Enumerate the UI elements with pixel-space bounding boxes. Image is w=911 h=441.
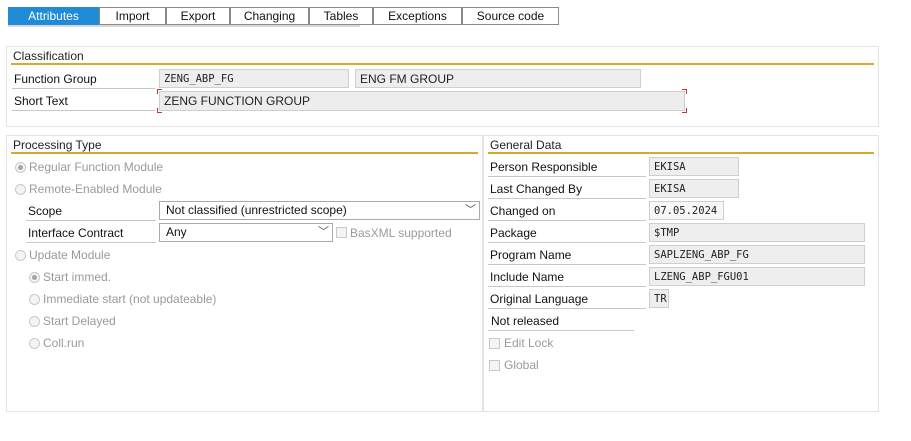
- interface-contract-dropdown[interactable]: Any ﹀: [159, 223, 333, 242]
- basxml-label: BasXML supported: [350, 226, 452, 240]
- classification-title-rule: [11, 63, 874, 65]
- last-changed-by-field: EKISA: [649, 179, 739, 198]
- label-underline: [488, 286, 646, 287]
- tab-source-code[interactable]: Source code: [462, 7, 559, 25]
- chevron-down-icon: ﹀: [318, 226, 329, 238]
- scope-label: Scope: [28, 204, 63, 218]
- focus-corner: [157, 108, 162, 113]
- function-group-field[interactable]: ZENG_ABP_FG: [159, 69, 349, 88]
- chevron-down-icon: ﹀: [465, 204, 476, 216]
- changed-on-field: 07.05.2024: [649, 201, 724, 220]
- basxml-checkbox[interactable]: [336, 227, 347, 238]
- label-underline: [488, 198, 646, 199]
- remote-enabled-label: Remote-Enabled Module: [29, 182, 162, 196]
- coll-run-label: Coll.run: [43, 336, 85, 350]
- label-underline: [488, 330, 634, 331]
- label-underline: [26, 242, 156, 243]
- regular-function-radio[interactable]: [15, 162, 26, 173]
- scope-dropdown[interactable]: Not classified (unrestricted scope) ﹀: [159, 201, 480, 220]
- release-status-text: Not released: [491, 314, 560, 328]
- immediate-start-radio[interactable]: [29, 294, 40, 305]
- immediate-start-label: Immediate start (not updateable): [43, 292, 217, 306]
- global-checkbox[interactable]: [489, 360, 500, 371]
- include-name-label: Include Name: [490, 270, 565, 284]
- tab-exceptions[interactable]: Exceptions: [373, 7, 462, 25]
- interface-contract-label: Interface Contract: [28, 226, 124, 240]
- tab-changing[interactable]: Changing: [230, 7, 309, 25]
- tab-import[interactable]: Import: [99, 7, 166, 25]
- person-responsible-label: Person Responsible: [490, 160, 598, 174]
- processing-type-title: Processing Type: [13, 138, 102, 152]
- function-group-label: Function Group: [14, 72, 97, 86]
- label-underline: [488, 308, 646, 309]
- regular-function-label: Regular Function Module: [29, 160, 164, 174]
- program-name-field: SAPLZENG_ABP_FG: [649, 245, 865, 264]
- focus-corner: [682, 89, 687, 94]
- label-underline: [12, 88, 155, 89]
- edit-lock-checkbox[interactable]: [489, 338, 500, 349]
- changed-on-label: Changed on: [490, 204, 556, 218]
- label-underline: [488, 264, 646, 265]
- program-name-label: Program Name: [490, 248, 572, 262]
- edit-lock-label: Edit Lock: [504, 336, 554, 350]
- scope-value: Not classified (unrestricted scope): [166, 203, 347, 217]
- label-underline: [12, 110, 155, 111]
- label-underline: [488, 242, 646, 243]
- general-title-rule: [488, 152, 874, 154]
- coll-run-radio[interactable]: [29, 338, 40, 349]
- tab-tables[interactable]: Tables: [309, 7, 373, 25]
- focus-corner: [682, 108, 687, 113]
- interface-contract-value: Any: [166, 225, 187, 239]
- general-data-title: General Data: [490, 138, 562, 152]
- label-underline: [26, 220, 156, 221]
- original-language-label: Original Language: [490, 292, 589, 306]
- function-group-description: ENG FM GROUP: [355, 69, 641, 88]
- start-immed-label: Start immed.: [43, 270, 112, 284]
- start-immed-radio[interactable]: [29, 272, 40, 283]
- original-language-field: TR: [649, 289, 669, 308]
- short-text-label: Short Text: [14, 94, 68, 108]
- label-underline: [488, 220, 646, 221]
- start-delayed-label: Start Delayed: [43, 314, 116, 328]
- include-name-field: LZENG_ABP_FGU01: [649, 267, 865, 286]
- processing-title-rule: [11, 152, 478, 154]
- focus-corner: [157, 89, 162, 94]
- remote-enabled-radio[interactable]: [15, 184, 26, 195]
- person-responsible-field: EKISA: [649, 157, 739, 176]
- label-underline: [488, 176, 646, 177]
- classification-title: Classification: [13, 49, 84, 63]
- tab-attributes[interactable]: Attributes: [8, 7, 99, 25]
- package-label: Package: [490, 226, 537, 240]
- package-field: $TMP: [649, 223, 865, 242]
- global-label: Global: [504, 358, 539, 372]
- start-delayed-radio[interactable]: [29, 316, 40, 327]
- last-changed-by-label: Last Changed By: [490, 182, 583, 196]
- tab-export[interactable]: Export: [166, 7, 230, 25]
- short-text-input[interactable]: ZENG FUNCTION GROUP: [159, 91, 685, 111]
- update-module-radio[interactable]: [15, 250, 26, 261]
- tab-underline: [8, 25, 360, 27]
- update-module-label: Update Module: [29, 248, 111, 262]
